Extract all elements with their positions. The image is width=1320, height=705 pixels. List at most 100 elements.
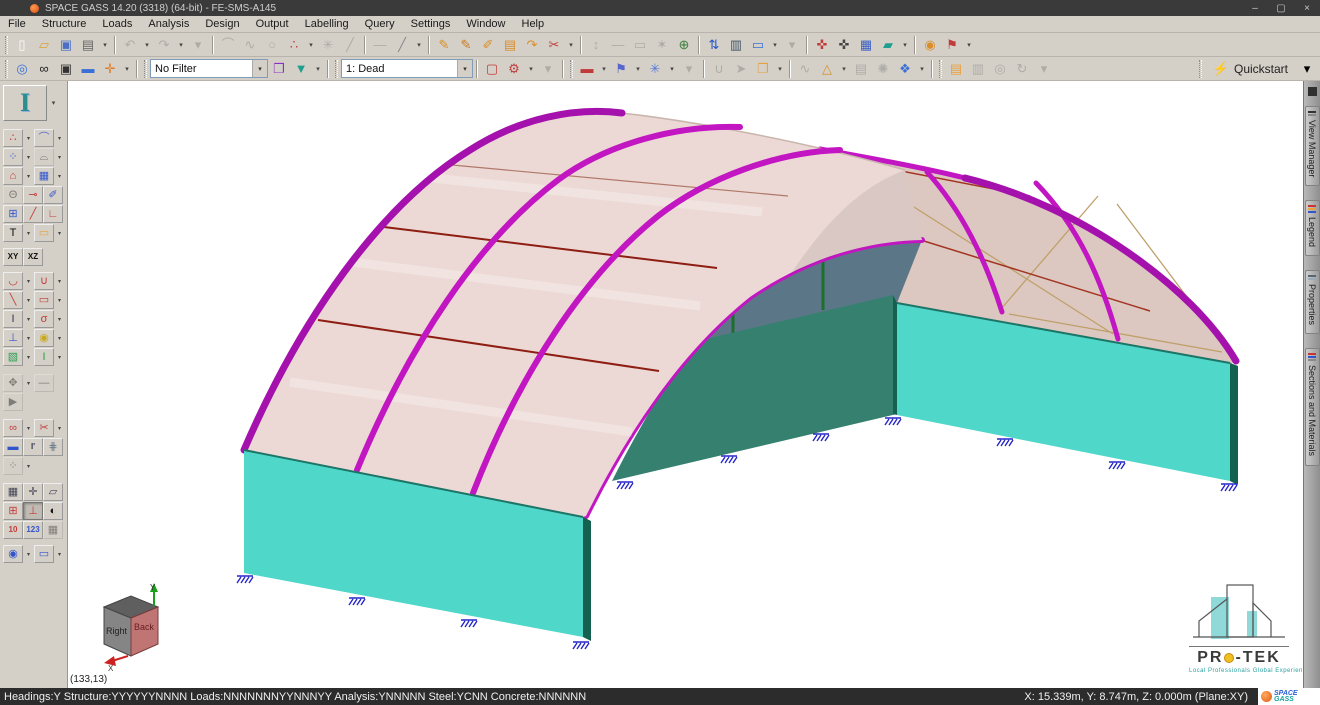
pin-view-button[interactable]: ◉ [3,545,23,563]
hammer-tool-button[interactable]: ✜ [833,35,855,55]
export-case-button[interactable]: ➤ [730,59,752,79]
grid-panel-button[interactable]: ▦ [34,167,54,185]
zoom-extents-button[interactable]: ◎ [11,59,33,79]
node-loads-button-dropdown[interactable]: ▾ [632,59,644,79]
node-grid-button-dropdown[interactable]: ▾ [23,148,34,166]
redo-button[interactable]: ↷ [153,35,175,55]
history-view-button[interactable]: ↻ [1011,59,1033,79]
combine-cases-button[interactable]: ∪ [708,59,730,79]
numbering-button[interactable]: 123 [23,521,43,539]
section-shapes-button[interactable]: I [3,85,47,121]
property-picker-button[interactable]: ✐ [43,186,63,204]
menu-output[interactable]: Output [248,17,297,31]
tab-view-manager[interactable]: View Manager [1305,106,1320,186]
draw-member-button[interactable]: ╱ [391,35,413,55]
axial-diagram-button-dropdown[interactable]: ▾ [54,291,65,309]
render-view-button[interactable]: △ [816,59,838,79]
stop-analysis-button[interactable]: ▢ [481,59,503,79]
zoom-all-button[interactable]: ✛ [23,483,43,501]
multi-select-button[interactable]: ⁘ [3,457,23,475]
member-fixity-button[interactable]: ⊸ [23,186,43,204]
member-colours-button-dropdown[interactable]: ▾ [54,348,65,366]
new-file-button[interactable]: ▯ [11,35,33,55]
menu-help[interactable]: Help [514,17,553,31]
member-colours-button[interactable]: I [34,348,54,366]
plane-xy-button[interactable]: XY [3,248,23,266]
stress-display-button[interactable]: I [3,310,23,328]
history-options-button[interactable]: ▾ [187,35,209,55]
deflection-button-dropdown[interactable]: ▾ [23,329,34,347]
datasheets-button[interactable]: ▦ [855,35,877,55]
zoom-window-button-dropdown[interactable]: ▾ [54,545,65,563]
moment-diagram-button-dropdown[interactable]: ▾ [54,272,65,290]
filter-select-dropdown[interactable]: ▾ [252,60,267,77]
copy-tool-button-dropdown[interactable]: ▾ [54,148,65,166]
node-loads-button[interactable]: ⚑ [610,59,632,79]
member-tool-button[interactable]: ╱ [23,205,43,223]
repair-model-button[interactable]: ✜ [811,35,833,55]
grab-tool-button[interactable]: ✥ [3,374,23,392]
explode-button[interactable]: ✶ [651,35,673,55]
undo-button[interactable]: ↶ [119,35,141,55]
shadow-view-button[interactable]: ▤ [850,59,872,79]
flag-nodes-button[interactable]: ⚑ [941,35,963,55]
draw-circle-button[interactable]: ○ [261,35,283,55]
tab-sections-materials[interactable]: Sections and Materials [1305,348,1320,465]
plane-xz-button[interactable]: XZ [23,248,43,266]
text-tool-button[interactable]: T [3,224,23,242]
link-members-button-dropdown[interactable]: ▾ [23,419,34,437]
spectra-button[interactable]: ∿ [794,59,816,79]
zoom-window-button[interactable]: ▭ [34,545,54,563]
menu-analysis[interactable]: Analysis [140,17,197,31]
thermal-loads-button[interactable]: ✳ [644,59,666,79]
perspective-button[interactable]: ▱ [43,483,63,501]
model-stats-button[interactable]: ▥ [725,35,747,55]
menu-labelling[interactable]: Labelling [297,17,357,31]
axial-diagram-button[interactable]: ▭ [34,291,54,309]
filter-select[interactable]: No Filter▾ [150,59,268,78]
menu-query[interactable]: Query [357,17,403,31]
shear-diagram-button-dropdown[interactable]: ▾ [23,291,34,309]
analyse-button[interactable]: ❖ [894,59,916,79]
tab-legend[interactable]: Legend [1305,200,1320,256]
drag-node-button[interactable]: ✐ [477,35,499,55]
nodes-tool-button-dropdown[interactable]: ▾ [23,129,34,147]
model-viewport[interactable]: Right Back Y X [68,81,1303,688]
draw-dash-button[interactable]: — [369,35,391,55]
menu-structure[interactable]: Structure [34,17,95,31]
split-members-button-dropdown[interactable]: ▾ [54,419,65,437]
merge-nodes-button[interactable]: ↷ [521,35,543,55]
measure-line-button[interactable]: — [34,374,54,392]
draw-burst-button[interactable]: ✳ [317,35,339,55]
add-note-button[interactable]: ▤ [945,59,967,79]
edit-plates-button[interactable]: ▤ [499,35,521,55]
orientation-cube[interactable]: Right Back Y X [104,583,158,673]
cut-members-button[interactable]: ✂ [543,35,565,55]
move-model-button[interactable]: ▭ [747,35,769,55]
flag-nodes-button-dropdown[interactable]: ▾ [963,35,975,55]
load-case-select-dropdown[interactable]: ▾ [457,60,472,77]
contour-plot-button[interactable]: ▧ [3,348,23,366]
contour-plot-button-dropdown[interactable]: ▾ [23,348,34,366]
arc-tool-button[interactable]: ⌒ [34,129,54,147]
report-button[interactable]: ◎ [989,59,1011,79]
filter-funnel-button-dropdown[interactable]: ▾ [312,59,324,79]
find-button[interactable]: ∞ [33,59,55,79]
filter-layers-button[interactable]: ❐ [268,59,290,79]
section-shapes-dropdown[interactable]: ▾ [47,85,60,121]
snapshot-button[interactable]: ▣ [55,59,77,79]
quickstart-options-button[interactable]: ▾ [1296,59,1318,79]
draw-member-button-dropdown[interactable]: ▾ [413,35,425,55]
load-options-button[interactable]: ▾ [678,59,700,79]
animate-button[interactable]: ▶ [3,393,23,411]
close-button[interactable]: × [1294,1,1320,15]
stress-display-button-dropdown[interactable]: ▾ [23,310,34,328]
print-button-dropdown[interactable]: ▾ [99,35,111,55]
analyse-button-dropdown[interactable]: ▾ [916,59,928,79]
dimension-10-button[interactable]: 10 [3,521,23,539]
snap-grid-button[interactable]: ⊞ [3,502,23,520]
minimize-button[interactable]: – [1242,1,1268,15]
text-tool-button-dropdown[interactable]: ▾ [23,224,34,242]
plate-tool-button[interactable]: ▭ [629,35,651,55]
light-view-button[interactable]: ✺ [872,59,894,79]
